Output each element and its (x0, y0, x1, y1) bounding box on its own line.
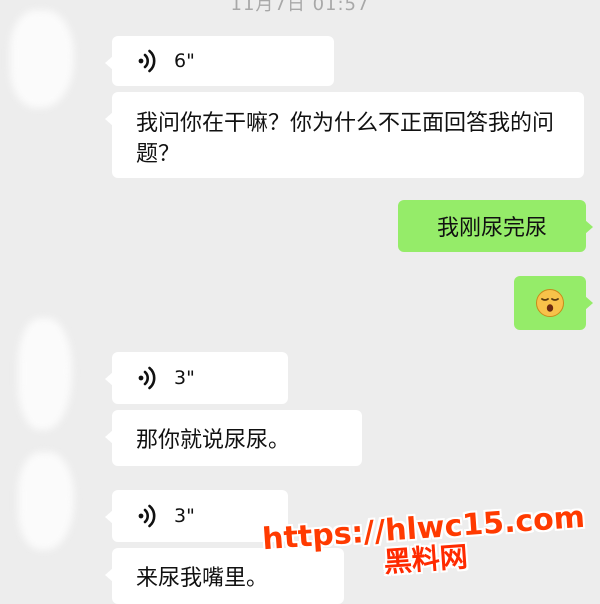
outgoing-text-message[interactable]: 我刚尿完尿 (398, 200, 593, 252)
voice-duration: 3" (174, 367, 195, 389)
avatar[interactable] (18, 452, 74, 550)
voice-wave-icon (138, 49, 156, 73)
message-text: 我问你在干嘛？你为什么不正面回答我的问题？ (136, 111, 555, 167)
voice-wave-icon (138, 366, 156, 390)
watermark: https://hlwc15.com 黑料网 (261, 500, 588, 585)
text-message[interactable]: 那你就说尿尿。 (105, 410, 362, 466)
message-text: 来尿我嘴里。 (136, 566, 269, 591)
voice-duration: 6" (174, 50, 195, 72)
avatar[interactable] (10, 10, 74, 108)
voice-message[interactable]: 6" (105, 36, 334, 86)
voice-wave-icon (138, 504, 156, 528)
outgoing-emoji-message[interactable] (514, 276, 593, 330)
timestamp: 11月7日 01:57 (230, 0, 370, 15)
avatar[interactable] (18, 318, 72, 430)
sleepy-face-emoji-icon (536, 289, 564, 317)
voice-message[interactable]: 3" (105, 352, 288, 404)
text-message[interactable]: 我问你在干嘛？你为什么不正面回答我的问题？ (105, 92, 584, 178)
message-text: 那你就说尿尿。 (136, 428, 291, 453)
voice-duration: 3" (174, 505, 195, 527)
message-text: 我刚尿完尿 (436, 216, 547, 241)
